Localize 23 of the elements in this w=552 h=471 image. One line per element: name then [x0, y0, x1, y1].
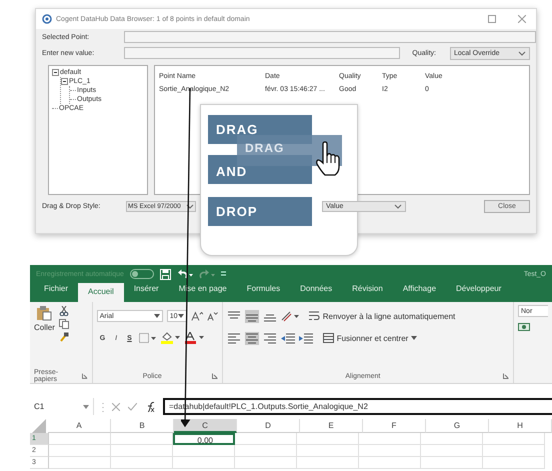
ribbon-tab[interactable]: Développeur — [446, 284, 512, 302]
wrap-text-button[interactable]: Renvoyer à la ligne automatiquement — [302, 311, 456, 321]
ribbon-tab[interactable]: Accueil — [78, 283, 124, 302]
word-tile: DROP — [208, 197, 312, 226]
column-header[interactable]: D — [237, 419, 300, 433]
column-header[interactable]: C — [174, 419, 237, 433]
paste-button[interactable]: Coller — [34, 323, 55, 332]
ribbon-tab[interactable]: Insérer — [124, 284, 169, 302]
dragged-tile: DRAG — [237, 135, 342, 166]
ribbon-tab[interactable]: Fichier — [34, 284, 78, 302]
column-header[interactable]: H — [489, 419, 552, 433]
ribbon-tab[interactable]: Formules — [236, 284, 290, 302]
ribbon-tab[interactable]: Révision — [342, 284, 393, 302]
column-header[interactable]: F — [363, 419, 426, 433]
column-header[interactable]: A — [48, 419, 111, 433]
ribbon-tab[interactable]: Données — [290, 284, 342, 302]
ribbon-tab[interactable]: Affichage — [392, 284, 446, 302]
table-cell[interactable]: 0,00 — [173, 433, 235, 445]
merge-center-button[interactable]: Fusionner et centrer — [316, 333, 418, 343]
name-box[interactable]: C1 — [30, 398, 94, 415]
ribbon-tab[interactable]: Mise en page — [168, 284, 237, 302]
column-header[interactable]: G — [426, 419, 489, 433]
column-header[interactable]: E — [300, 419, 363, 433]
